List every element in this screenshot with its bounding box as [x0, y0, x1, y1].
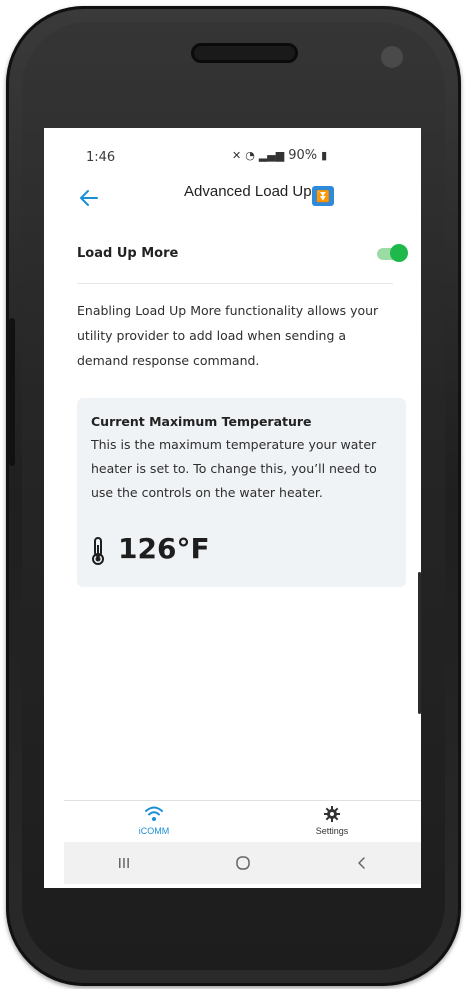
load-up-description: Enabling Load Up More functionality allo…: [77, 303, 379, 368]
double-down-arrow-badge-icon: ⏬: [312, 186, 334, 206]
status-time: 1:46: [86, 150, 116, 165]
toggle-thumb[interactable]: [390, 244, 408, 262]
bottom-nav-divider: [64, 800, 421, 801]
recent-apps-icon: [118, 858, 129, 868]
app-screen: 1:46 ✕ ◔ ▂▄▆ 90% ▮ Advanced Load Up ⏬ Lo…: [44, 128, 421, 888]
wifi-status-icon: ◔: [245, 149, 255, 162]
card-title: Current Maximum Temperature: [91, 414, 312, 429]
back-arrow-icon[interactable]: [77, 186, 101, 210]
scrollbar[interactable]: [418, 572, 421, 714]
card-text: This is the maximum temperature your wat…: [91, 437, 377, 500]
battery-percent: 90%: [288, 148, 318, 163]
recent-apps-button[interactable]: [104, 848, 144, 878]
max-temperature-value: 126°F: [118, 532, 210, 565]
front-camera: [381, 46, 403, 68]
temperature-info-card: Current Maximum Temperature This is the …: [77, 398, 406, 587]
mute-icon: ✕: [232, 149, 242, 162]
load-up-more-label: Load Up More: [77, 246, 179, 261]
nav-item-icomm[interactable]: iCOMM: [130, 806, 178, 836]
signal-icon: ▂▄▆: [258, 149, 285, 162]
nav-item-settings[interactable]: Settings: [308, 806, 356, 836]
thermometer-icon: [92, 537, 104, 565]
nav-settings-label: Settings: [315, 826, 349, 836]
home-button[interactable]: [223, 848, 263, 878]
speaker-grille: [191, 43, 298, 63]
system-back-button[interactable]: [342, 848, 382, 878]
system-navigation-bar: [64, 842, 421, 884]
gear-icon: [324, 806, 340, 822]
page-title: Advanced Load Up: [184, 183, 312, 200]
system-back-icon: [357, 857, 365, 869]
battery-icon: ▮: [321, 149, 328, 162]
home-icon: [235, 856, 250, 870]
status-icons: ✕ ◔ ▂▄▆ 90% ▮: [232, 148, 327, 163]
wifi-icon: [145, 806, 163, 821]
side-button: [9, 318, 15, 466]
divider: [77, 283, 393, 284]
nav-icomm-label: iCOMM: [138, 826, 170, 836]
